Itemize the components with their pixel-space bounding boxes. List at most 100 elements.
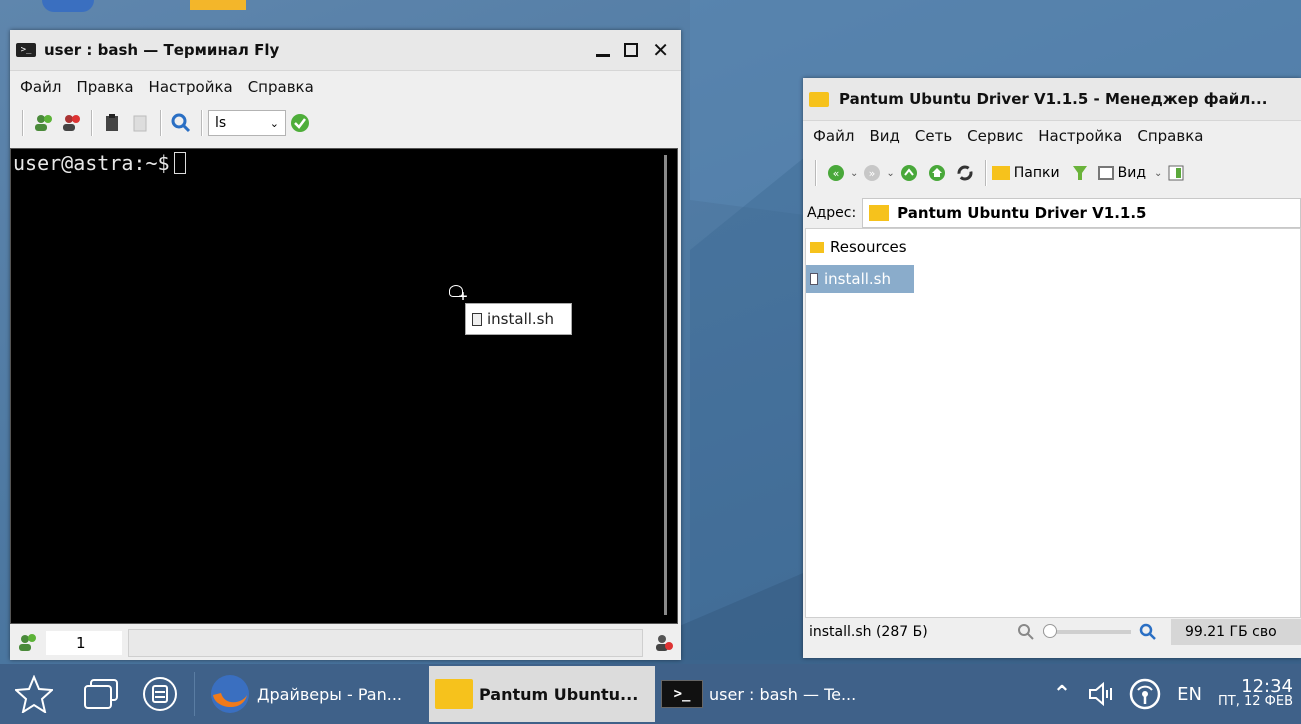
toolbar-separator xyxy=(984,160,986,186)
free-space-badge: 99.21 ГБ сво xyxy=(1171,619,1301,645)
task-firefox[interactable]: Драйверы - Pan... xyxy=(203,666,429,722)
menu-edit[interactable]: Правка xyxy=(76,78,133,96)
fm-title: Pantum Ubuntu Driver V1.1.5 - Менеджер ф… xyxy=(839,90,1268,108)
view-icon xyxy=(1097,166,1114,180)
close-icon[interactable]: ✕ xyxy=(652,38,669,62)
user-remove-icon xyxy=(656,635,673,651)
folder-icon xyxy=(809,91,829,107)
zoom-out-icon[interactable] xyxy=(1017,623,1035,641)
new-tab-button[interactable] xyxy=(31,111,55,135)
fm-titlebar[interactable]: Pantum Ubuntu Driver V1.1.5 - Менеджер ф… xyxy=(803,78,1301,121)
address-input[interactable]: Pantum Ubuntu Driver V1.1.5 xyxy=(862,198,1301,228)
address-value: Pantum Ubuntu Driver V1.1.5 xyxy=(897,204,1147,222)
terminal-toolbar: ls ⌄ xyxy=(10,103,681,143)
svg-text:»: » xyxy=(869,167,876,180)
view-button[interactable]: Вид ⌄ xyxy=(1097,165,1162,181)
minimize-icon[interactable] xyxy=(596,53,611,57)
taskbar: Драйверы - Pan... Pantum Ubuntu... >_ us… xyxy=(0,664,1301,724)
refresh-button[interactable] xyxy=(953,161,977,185)
zoom-slider[interactable] xyxy=(1043,624,1131,638)
fm-menu-view[interactable]: Вид xyxy=(869,127,899,145)
command-select[interactable]: ls ⌄ xyxy=(208,110,286,136)
firefox-icon xyxy=(211,675,249,713)
copy-button[interactable] xyxy=(100,111,124,135)
list-item-install-sh[interactable]: install.sh xyxy=(806,265,914,293)
tab-number: 1 xyxy=(76,634,86,652)
toolbar-separator xyxy=(201,110,202,136)
drag-filename: install.sh xyxy=(487,310,554,328)
desktop-icon-firefox[interactable] xyxy=(42,0,94,12)
add-tab-button[interactable] xyxy=(14,631,38,655)
text-cursor xyxy=(173,152,186,174)
chevron-down-icon[interactable]: ⌄ xyxy=(886,168,894,179)
task-file-manager[interactable]: Pantum Ubuntu... xyxy=(429,666,655,722)
run-command-button[interactable] xyxy=(288,111,312,135)
menu-settings[interactable]: Настройка xyxy=(149,78,233,96)
terminal-prompt: user@astra:~$ xyxy=(13,151,186,175)
chevron-up-icon[interactable]: ⌃ xyxy=(1053,682,1071,707)
terminal-statusbar: 1 xyxy=(10,628,681,658)
remove-tab-button[interactable] xyxy=(651,631,675,655)
app-menu-button[interactable] xyxy=(140,674,180,714)
view-label: Вид xyxy=(1117,165,1146,181)
split-view-button[interactable] xyxy=(1164,161,1188,185)
network-icon[interactable] xyxy=(1129,678,1161,710)
forward-icon: » xyxy=(864,165,881,181)
file-list[interactable]: Resources install.sh xyxy=(805,228,1301,618)
address-label: Адрес: xyxy=(807,205,857,221)
back-button[interactable]: « xyxy=(824,161,848,185)
task-terminal[interactable]: >_ user : bash — Te... xyxy=(655,666,881,722)
fm-menu-help[interactable]: Справка xyxy=(1137,127,1203,145)
clock-date: ПТ, 12 ФЕВ xyxy=(1218,694,1293,709)
file-manager-window: Pantum Ubuntu Driver V1.1.5 - Менеджер ф… xyxy=(803,78,1301,658)
fm-menu-settings[interactable]: Настройка xyxy=(1038,127,1122,145)
up-button[interactable] xyxy=(897,161,921,185)
keyboard-layout[interactable]: EN xyxy=(1177,684,1202,705)
toolbar-separator xyxy=(22,110,23,136)
refresh-icon xyxy=(957,165,973,181)
desktops-button[interactable] xyxy=(82,674,122,714)
tab-1[interactable]: 1 xyxy=(46,631,122,655)
paste-icon xyxy=(133,115,147,132)
split-view-icon xyxy=(1168,165,1184,181)
chevron-down-icon[interactable]: ⌄ xyxy=(850,168,858,179)
fm-menu-file[interactable]: Файл xyxy=(813,127,854,145)
start-menu-button[interactable] xyxy=(14,674,54,714)
fm-menu-service[interactable]: Сервис xyxy=(967,127,1023,145)
star-icon xyxy=(15,675,53,713)
zoom-slider-handle[interactable] xyxy=(1043,624,1057,638)
list-item-resources[interactable]: Resources xyxy=(806,233,1300,261)
maximize-icon[interactable] xyxy=(624,43,639,57)
clock-time: 12:34 xyxy=(1241,676,1293,697)
back-icon: « xyxy=(828,165,844,181)
tab-bar-empty xyxy=(128,629,643,657)
folders-button[interactable]: Папки xyxy=(991,165,1060,181)
drag-ghost-file: install.sh xyxy=(465,303,572,335)
fm-toolbar: « ⌄ » ⌄ Папки Вид ⌄ xyxy=(803,151,1301,195)
user-add-icon xyxy=(35,115,52,131)
terminal-title: user : bash — Терминал Fly xyxy=(44,41,280,59)
check-icon xyxy=(291,114,309,132)
home-button[interactable] xyxy=(925,161,949,185)
terminal-console[interactable]: user@astra:~$ xyxy=(10,148,678,624)
menu-file[interactable]: Файл xyxy=(20,78,61,96)
system-tray: ⌃ EN 12:34 ПТ, 12 ФЕВ xyxy=(1053,664,1293,724)
forward-button[interactable]: » xyxy=(860,161,884,185)
terminal-titlebar[interactable]: >_ user : bash — Терминал Fly ✕ xyxy=(10,30,681,71)
terminal-scrollbar[interactable] xyxy=(664,155,667,615)
zoom-in-icon[interactable] xyxy=(1139,623,1157,641)
drag-plus-icon: + xyxy=(458,289,469,303)
desktop-icon-folder[interactable] xyxy=(190,0,246,10)
menu-help[interactable]: Справка xyxy=(248,78,314,96)
close-tab-button[interactable] xyxy=(59,111,83,135)
task-label: Pantum Ubuntu... xyxy=(479,684,639,704)
menu-circle-icon xyxy=(143,677,177,711)
fm-menu-network[interactable]: Сеть xyxy=(915,127,952,145)
filter-button[interactable] xyxy=(1068,161,1092,185)
search-button[interactable] xyxy=(169,111,193,135)
volume-icon[interactable] xyxy=(1087,681,1113,707)
paste-button[interactable] xyxy=(128,111,152,135)
fm-menubar: Файл Вид Сеть Сервис Настройка Справка xyxy=(803,121,1301,151)
home-icon xyxy=(928,165,945,181)
clock[interactable]: 12:34 ПТ, 12 ФЕВ xyxy=(1218,676,1293,710)
